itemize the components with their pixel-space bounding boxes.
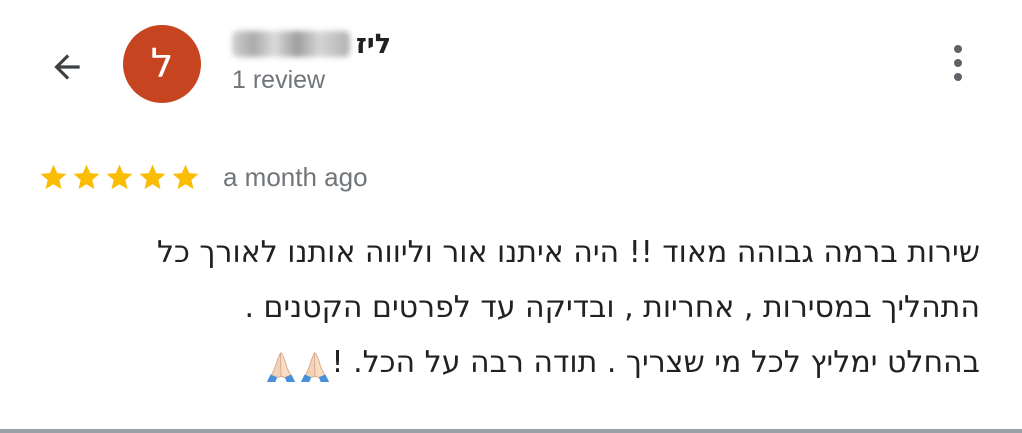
review-text-line: התהליך במסירות , אחריות , ובדיקה עד לפרט…: [244, 290, 980, 325]
more-vert-icon-dot: [954, 59, 962, 67]
author-name: ליז: [356, 28, 392, 60]
more-options-button[interactable]: [938, 40, 978, 86]
star-icon: [139, 164, 166, 189]
redacted-name-blur: [232, 31, 350, 57]
star-rating: [38, 162, 201, 193]
folded-hands-icon: [300, 352, 329, 382]
star-icon: [172, 164, 199, 189]
review-time: a month ago: [223, 161, 368, 192]
folded-hands-emoji-group: [264, 336, 332, 391]
star-icon: [106, 164, 133, 189]
more-vert-icon-dot: [954, 45, 962, 53]
review-page: ל ליז 1 review a month ago שירות ברמה גב…: [0, 0, 1022, 433]
arrow-back-icon: [54, 54, 80, 80]
review-text-line: בהחלט ימליץ לכל מי שצריך . תודה רבה על ה…: [331, 345, 981, 380]
folded-hands-icon: [266, 352, 295, 382]
review-text-line-last: בהחלט ימליץ לכל מי שצריך . תודה רבה על ה…: [30, 335, 980, 391]
star-icon: [40, 164, 67, 189]
rating-row: a month ago: [38, 157, 368, 197]
avatar[interactable]: ל: [123, 25, 201, 103]
star-icon: [73, 164, 100, 189]
review-text-line: שירות ברמה גבוהה מאוד !! היה איתנו אור ו…: [156, 235, 980, 270]
back-button[interactable]: [44, 44, 90, 90]
review-count: 1 review: [232, 66, 326, 94]
review-text: שירות ברמה גבוהה מאוד !! היה איתנו אור ו…: [30, 225, 980, 391]
author-name-row[interactable]: ליז: [232, 24, 391, 64]
more-vert-icon-dot: [954, 73, 962, 81]
bottom-divider: [0, 429, 1022, 433]
avatar-letter: ל: [150, 41, 174, 87]
